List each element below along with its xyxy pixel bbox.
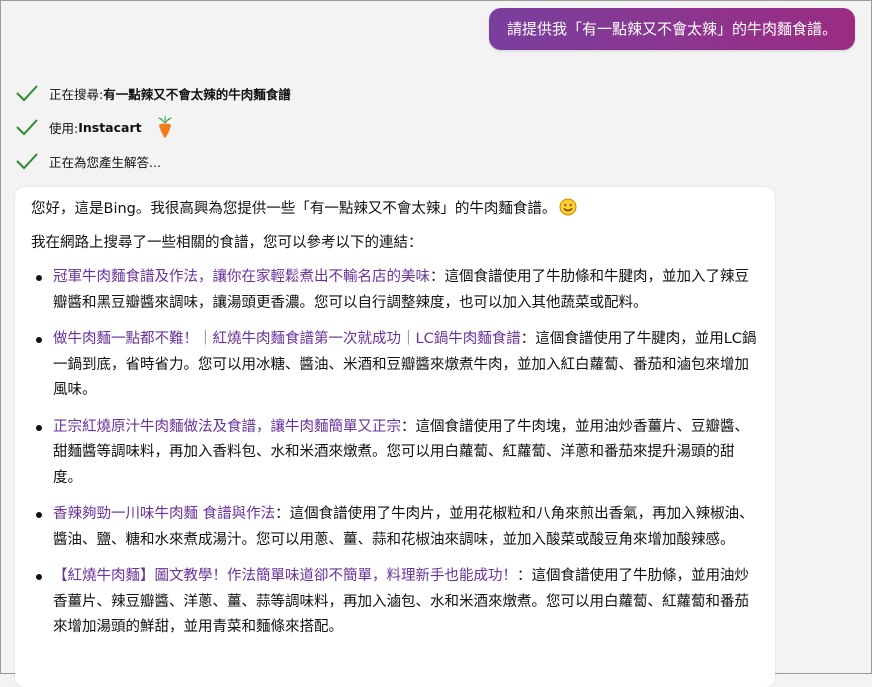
list-item: 香辣夠勁一川味牛肉麵 食譜與作法：這個食譜使用了牛肉片，並用花椒粒和八角來煎出香… [36,502,759,553]
check-icon [16,119,38,136]
recipe-link[interactable]: 做牛肉麵一點都不難！｜紅燒牛肉麵食譜第一次就成功｜LC鍋牛肉麵食譜 [53,331,521,347]
list-item: 做牛肉麵一點都不難！｜紅燒牛肉麵食譜第一次就成功｜LC鍋牛肉麵食譜：這個食譜使用… [36,327,759,404]
recipe-link-list: 冠軍牛肉麵食譜及作法，讓你在家輕鬆煮出不輸名店的美味：這個食譜使用了牛肋條和牛腱… [31,265,759,641]
status-searching: 正在搜尋: 有一點辣又不會太辣的牛肉麵食譜 [15,76,775,110]
status-label: 正在為您產生解答... [49,154,161,170]
recipe-link[interactable]: 【紅燒牛肉麵】圖文教學！作法簡單味道卻不簡單，料理新手也能成功！ [53,568,517,584]
smile-emoji-icon [559,198,577,216]
list-item: 正宗紅燒原汁牛肉麵做法及食譜，讓牛肉麵簡單又正宗：這個食譜使用了牛肉塊，並用油炒… [36,415,759,492]
status-label: 使用: [49,120,79,136]
list-item: 冠軍牛肉麵食譜及作法，讓你在家輕鬆煮出不輸名店的美味：這個食譜使用了牛肋條和牛腱… [36,265,759,316]
answer-intro: 我在網路上搜尋了一些相關的食譜，您可以參考以下的連結： [31,235,423,251]
status-generating: 正在為您產生解答... [15,144,775,178]
status-list: 正在搜尋: 有一點辣又不會太辣的牛肉麵食譜 使用: Instacart 正在為您… [15,76,775,178]
user-message-bubble: 請提供我「有一點辣又不會太辣」的牛肉麵食譜。 [488,8,855,50]
status-value: 有一點辣又不會太辣的牛肉麵食譜 [103,86,291,102]
recipe-link[interactable]: 冠軍牛肉麵食譜及作法，讓你在家輕鬆煮出不輸名店的美味 [53,269,430,285]
answer-greeting: 您好，這是Bing。我很高興為您提供一些「有一點辣又不會太辣」的牛肉麵食譜。 [31,197,759,221]
recipe-link[interactable]: 香辣夠勁一川味牛肉麵 食譜與作法 [53,506,275,522]
status-value: Instacart [78,119,142,135]
recipe-link[interactable]: 正宗紅燒原汁牛肉麵做法及食譜，讓牛肉麵簡單又正宗 [53,419,401,435]
greeting-text: 您好，這是Bing。我很高興為您提供一些「有一點辣又不會太辣」的牛肉麵食譜。 [31,201,557,217]
list-item: 【紅燒牛肉麵】圖文教學！作法簡單味道卻不簡單，料理新手也能成功！：這個食譜使用了… [36,564,759,641]
answer-card: 您好，這是Bing。我很高興為您提供一些「有一點辣又不會太辣」的牛肉麵食譜。 我… [15,187,775,687]
check-icon [16,85,38,102]
instacart-carrot-icon [157,115,172,138]
status-label: 正在搜尋: [49,86,104,102]
check-icon [16,153,38,170]
status-using: 使用: Instacart [15,110,775,144]
